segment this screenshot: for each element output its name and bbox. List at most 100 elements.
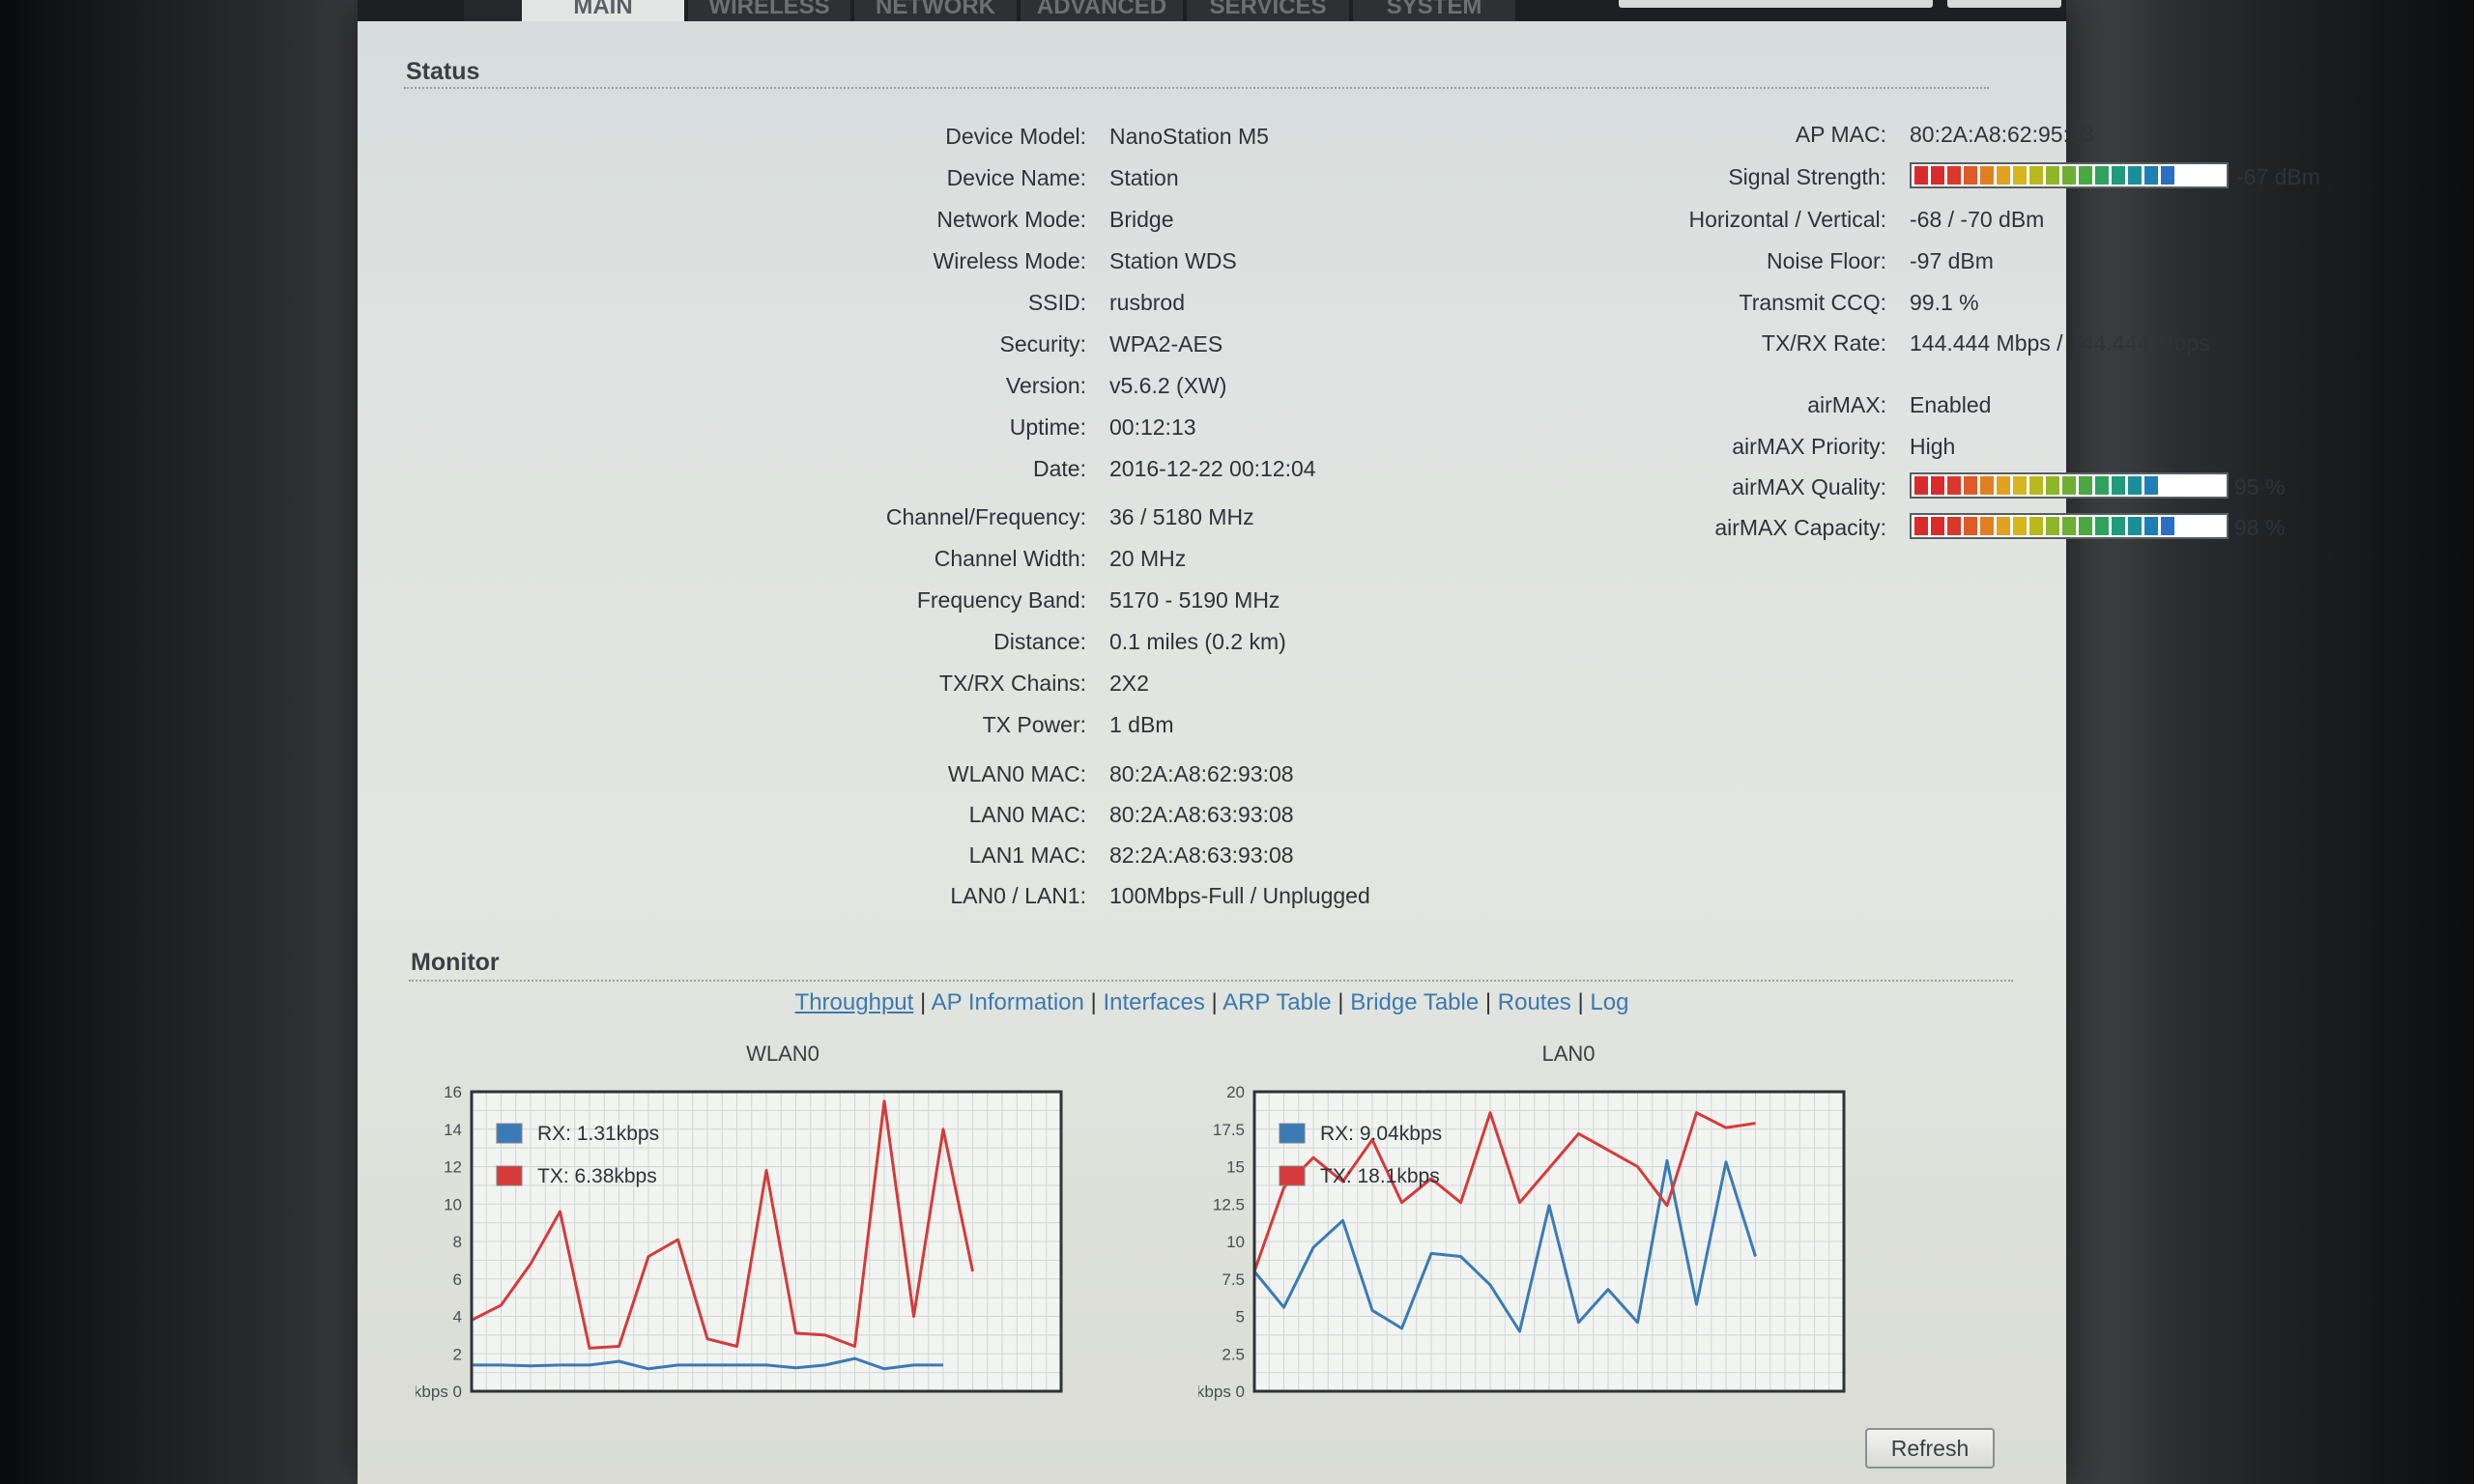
meter-signal-strength [1910,162,2229,188]
meter-segment [2029,476,2043,495]
label-airmax: airMAX: [1807,392,1886,417]
label-airmax-capacity: airMAX Capacity: [1714,515,1886,540]
label-frequency-band: Frequency Band: [916,587,1086,613]
value-airmax-priority: High [1910,434,1956,459]
meter-airmax-quality [1910,472,2229,499]
value-horizontal-vertical: -68 / -70 dBm [1910,207,2045,232]
value-wireless-mode: Station WDS [1109,248,1237,273]
y-tick-label: 16 [444,1083,462,1101]
value-tx-rx-chains: 2X2 [1109,671,1149,696]
meter-segment [2095,166,2109,185]
y-tick-label: 6 [453,1270,462,1289]
meter-segment [1997,517,2010,535]
chart-lan0: kbps 0 2.5 5 7.5 10 12.5 15 17.5 20 RX: 9.04kbps T… [1198,1083,1846,1401]
refresh-button[interactable]: Refresh [1865,1428,1995,1469]
y-tick-label: 10 [1226,1233,1245,1251]
y-tick-label: 15 [1226,1158,1245,1177]
label-signal-strength: Signal Strength: [1728,164,1886,189]
monitor-link-log[interactable]: Log [1590,989,1628,1015]
meter-segment [2128,166,2142,185]
meter-segment [1914,166,1928,185]
label-distance: Distance: [993,629,1086,654]
link-separator: | [1204,989,1223,1015]
tab-system[interactable]: SYSTEM [1353,0,1515,21]
y-tick-label: 2 [453,1345,462,1363]
link-separator: | [1331,989,1351,1015]
y-tick-label: 4 [453,1308,462,1327]
value-ssid: rusbrod [1109,290,1185,315]
legend-swatch-rx [1279,1123,1306,1144]
meter-segment [1914,476,1928,495]
monitor-links: Throughput | AP Information | Interfaces… [358,989,2066,1016]
monitor-section-title: Monitor [411,949,500,976]
meter-airmax-capacity [1910,513,2229,539]
legend-label-rx: RX: 1.31kbps [537,1123,659,1145]
value-distance: 0.1 miles (0.2 km) [1109,629,1286,654]
label-horizontal-vertical: Horizontal / Vertical: [1688,207,1886,232]
monitor-link-throughput[interactable]: Throughput [795,989,914,1015]
y-tick-label: 8 [453,1233,462,1251]
meter-segment [1980,166,1994,185]
meter-segment [2013,476,2027,495]
link-separator: | [1570,989,1591,1015]
monitor-link-interfaces[interactable]: Interfaces [1103,989,1204,1015]
chart-title-lan0: LAN0 [1541,1042,1596,1066]
label-lan0-mac: LAN0 MAC: [968,802,1086,827]
tab-wireless[interactable]: WIRELESS [688,0,850,21]
meter-segment [1964,517,1977,535]
monitor-link-arp-table[interactable]: ARP Table [1223,989,1332,1015]
value-transmit-ccq: 99.1 % [1910,290,1979,315]
meter-segment [1931,166,1944,185]
tab-advanced[interactable]: ADVANCED [1021,0,1183,21]
label-airmax-quality: airMAX Quality: [1732,474,1886,499]
y-tick-label: 5 [1236,1308,1245,1327]
label-airmax-priority: airMAX Priority: [1732,434,1886,459]
label-ssid: SSID: [1027,290,1086,315]
value-uptime: 00:12:13 [1109,414,1196,440]
meter-segment [2062,517,2076,535]
meter-segment [2128,476,2142,495]
chart-wlan0: kbps 0 2 4 6 8 10 12 14 16 RX: 1.31kbps TX: 6.38kb… [416,1083,1063,1401]
meter-segment [1964,476,1977,495]
label-tx-power: TX Power: [982,712,1086,737]
monitor-link-routes[interactable]: Routes [1498,989,1571,1015]
monitor-link-bridge-table[interactable]: Bridge Table [1350,989,1479,1015]
meter-segment [1947,517,1961,535]
label-device-model: Device Model: [945,124,1086,149]
value-channel-width: 20 MHz [1109,546,1187,571]
label-channel-frequency: Channel/Frequency: [885,504,1086,529]
value-airmax-capacity: 98 % [2234,515,2286,540]
meter-segment [1914,517,1928,535]
meter-segment [1931,517,1944,535]
status-divider [404,87,1989,89]
label-uptime: Uptime: [1009,414,1086,440]
tab-network[interactable]: NETWORK [854,0,1017,21]
link-separator: | [1083,989,1104,1015]
meter-segment [2046,476,2059,495]
logout-button[interactable] [1947,0,2061,8]
tools-select[interactable] [1619,0,1933,8]
monitor-link-ap-information[interactable]: AP Information [932,989,1084,1015]
tab-main[interactable]: MAIN [522,0,684,21]
value-date: 2016-12-22 00:12:04 [1109,456,1316,481]
link-separator: | [913,989,932,1015]
meter-segment [2128,517,2142,535]
label-security: Security: [999,331,1086,357]
meter-segment [1980,517,1994,535]
y-tick-label: 12 [444,1158,462,1177]
meter-segment [2013,166,2027,185]
meter-segment [2112,166,2125,185]
meter-segment [2144,476,2158,495]
value-lan1-mac: 82:2A:A8:63:93:08 [1109,842,1294,868]
tab-services[interactable]: SERVICES [1187,0,1349,21]
value-ap-mac: 80:2A:A8:62:95:33 [1910,122,2094,147]
chart-title-wlan0: WLAN0 [746,1042,820,1066]
value-version: v5.6.2 (XW) [1109,373,1227,398]
value-lan0-mac: 80:2A:A8:63:93:08 [1109,802,1294,827]
value-lan0-lan1: 100Mbps-Full / Unplugged [1109,883,1370,908]
value-wlan0-mac: 80:2A:A8:62:93:08 [1109,761,1294,786]
meter-segment [2062,476,2076,495]
link-separator: | [1479,989,1498,1015]
meter-segment [1980,476,1994,495]
status-section-title: Status [406,58,480,85]
